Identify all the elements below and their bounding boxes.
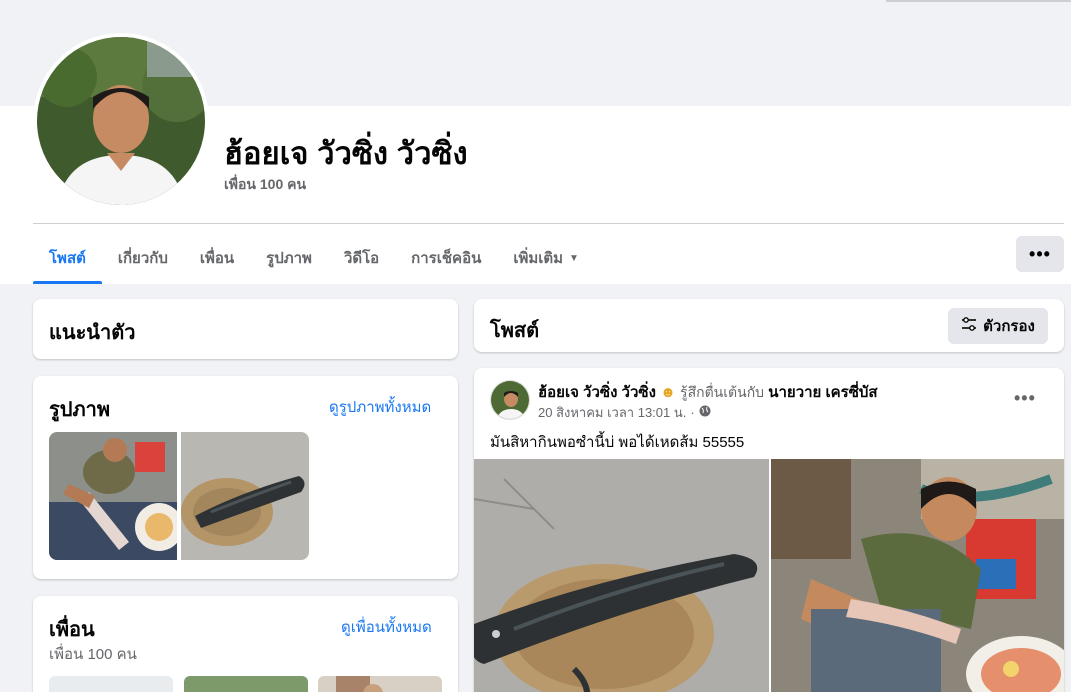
filter-sliders-icon [961, 317, 977, 335]
see-all-photos-link[interactable]: ดูรูปภาพทั้งหมด [329, 395, 431, 419]
post-author-name[interactable]: ฮ้อยเจ วัวซิ่ง วัวซิ่ง [538, 384, 656, 401]
photo-thumbnail[interactable] [49, 432, 177, 560]
profile-friends-count[interactable]: เพื่อน 100 คน [224, 174, 306, 196]
tab-more-label: เพิ่มเติม [513, 250, 564, 267]
tab-photos[interactable]: รูปภาพ [250, 232, 328, 284]
tab-friends[interactable]: เพื่อน [184, 232, 250, 284]
feeling-text: รู้สึกตื่นเต้นกับ [680, 384, 765, 400]
post-image[interactable] [771, 459, 1064, 692]
tab-videos-label: วิดีโอ [343, 250, 380, 267]
tab-videos[interactable]: วิดีโอ [328, 232, 395, 284]
friend-thumbnail[interactable] [318, 676, 442, 692]
meta-separator: · [690, 405, 695, 420]
caret-down-icon: ▼ [569, 252, 579, 264]
tab-about-label: เกี่ยวกับ [117, 250, 168, 267]
posts-header-card: โพสต์ ตัวกรอง [474, 299, 1064, 352]
tab-posts[interactable]: โพสต์ [33, 232, 102, 284]
filter-label: ตัวกรอง [983, 318, 1035, 335]
tagged-person[interactable]: นายวาย เครซี่บัส [768, 384, 877, 401]
friends-title: เพื่อน [49, 619, 95, 641]
more-dots-icon: ••• [1014, 388, 1036, 408]
post-options-button[interactable]: ••• [1014, 388, 1036, 409]
profile-name: ฮ้อยเจ วัวซิ่ง วัวซิ่ง [224, 136, 468, 171]
post-header: ฮ้อยเจ วัวซิ่ง วัวซิ่ง ☻ รู้สึกตื่นเต้นก… [538, 380, 878, 404]
filter-button[interactable]: ตัวกรอง [948, 308, 1048, 344]
post-author-avatar[interactable] [490, 380, 530, 420]
photos-card: รูปภาพ ดูรูปภาพทั้งหมด [33, 376, 458, 579]
profile-tabs: โพสต์ เกี่ยวกับ เพื่อน รูปภาพ วิดีโอ การ… [33, 232, 595, 284]
more-dots-icon: ••• [1029, 243, 1051, 264]
post-meta: 20 สิงหาคม เวลา 13:01 น. · [538, 402, 711, 423]
photos-title: รูปภาพ [49, 399, 111, 421]
public-globe-icon [699, 405, 711, 420]
profile-avatar[interactable] [37, 37, 205, 205]
more-options-button[interactable]: ••• [1016, 236, 1064, 272]
tab-photos-label: รูปภาพ [266, 250, 312, 267]
tab-checkins-label: การเช็คอิน [411, 250, 482, 267]
photo-thumbnail[interactable] [181, 432, 309, 560]
friends-card: เพื่อน ดูเพื่อนทั้งหมด เพื่อน 100 คน [33, 596, 458, 692]
friend-thumbnail[interactable] [184, 676, 308, 692]
intro-card: แนะนำตัว [33, 299, 458, 359]
post-date[interactable]: 20 สิงหาคม เวลา 13:01 น. [538, 402, 686, 423]
see-all-friends-link[interactable]: ดูเพื่อนทั้งหมด [341, 615, 432, 639]
post-body: มันสิหากินพอซำนี้บ่ พอได้เหดส้ม 55555 [490, 434, 745, 451]
feeling-emoji-icon: ☻ [660, 384, 676, 401]
intro-title: แนะนำตัว [49, 322, 136, 344]
post-image[interactable] [474, 459, 769, 692]
tab-checkins[interactable]: การเช็คอิน [395, 232, 497, 284]
tab-posts-label: โพสต์ [49, 250, 86, 267]
posts-title: โพสต์ [490, 320, 540, 342]
tab-about[interactable]: เกี่ยวกับ [102, 232, 184, 284]
header-divider [33, 223, 1064, 224]
tab-friends-label: เพื่อน [199, 250, 235, 267]
post-card: ฮ้อยเจ วัวซิ่ง วัวซิ่ง ☻ รู้สึกตื่นเต้นก… [474, 368, 1064, 692]
tab-more[interactable]: เพิ่มเติม ▼ [497, 232, 595, 284]
friend-thumbnail[interactable] [49, 676, 173, 692]
friends-count: เพื่อน 100 คน [49, 646, 137, 663]
cover-edge-line [886, 0, 1071, 2]
